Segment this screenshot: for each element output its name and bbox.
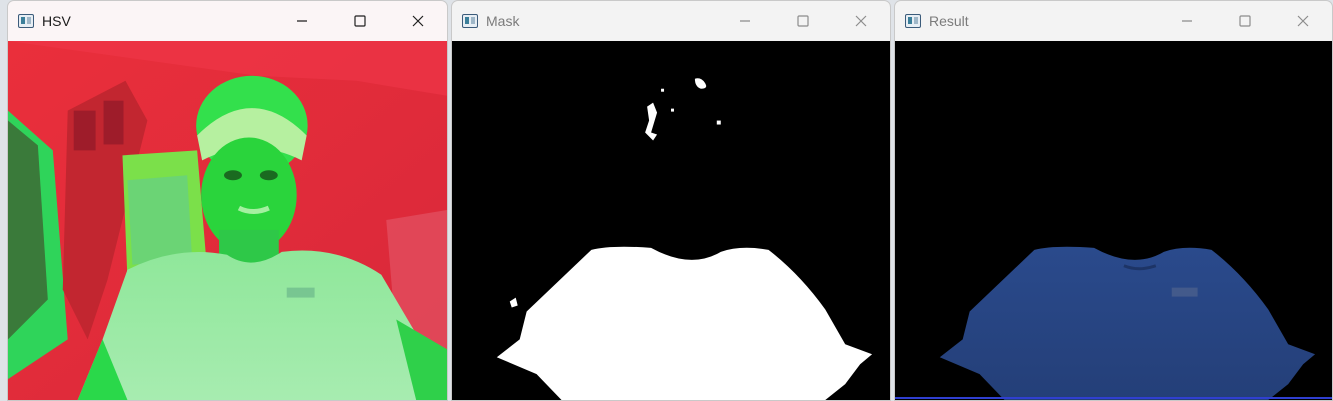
minimize-icon <box>740 20 750 22</box>
close-button[interactable] <box>389 1 447 41</box>
mask-image <box>452 41 890 400</box>
hsv-frame <box>8 41 447 400</box>
close-button[interactable] <box>832 1 890 41</box>
close-button[interactable] <box>1274 1 1332 41</box>
maximize-icon <box>354 15 366 27</box>
minimize-button[interactable] <box>1158 1 1216 41</box>
maximize-button[interactable] <box>331 1 389 41</box>
window-title: Result <box>929 13 969 29</box>
mask-frame <box>452 41 890 400</box>
close-icon <box>855 15 867 27</box>
minimize-icon <box>297 20 307 22</box>
result-frame <box>895 41 1332 400</box>
window-title: HSV <box>42 13 71 29</box>
result-titlebar[interactable]: Result <box>895 1 1332 41</box>
minimize-icon <box>1182 20 1192 22</box>
app-window-icon <box>462 14 478 28</box>
maximize-button[interactable] <box>1216 1 1274 41</box>
maximize-button[interactable] <box>774 1 832 41</box>
app-window-icon <box>905 14 921 28</box>
hsv-window[interactable]: HSV <box>7 0 448 401</box>
maximize-icon <box>797 15 809 27</box>
result-image <box>895 41 1332 400</box>
close-icon <box>412 15 424 27</box>
hsv-titlebar[interactable]: HSV <box>8 1 447 41</box>
minimize-button[interactable] <box>273 1 331 41</box>
mask-titlebar[interactable]: Mask <box>452 1 890 41</box>
app-window-icon <box>18 14 34 28</box>
close-icon <box>1297 15 1309 27</box>
maximize-icon <box>1239 15 1251 27</box>
hsv-image <box>8 41 447 400</box>
minimize-button[interactable] <box>716 1 774 41</box>
result-window[interactable]: Result <box>894 0 1333 401</box>
window-title: Mask <box>486 13 520 29</box>
mask-window[interactable]: Mask <box>451 0 891 401</box>
